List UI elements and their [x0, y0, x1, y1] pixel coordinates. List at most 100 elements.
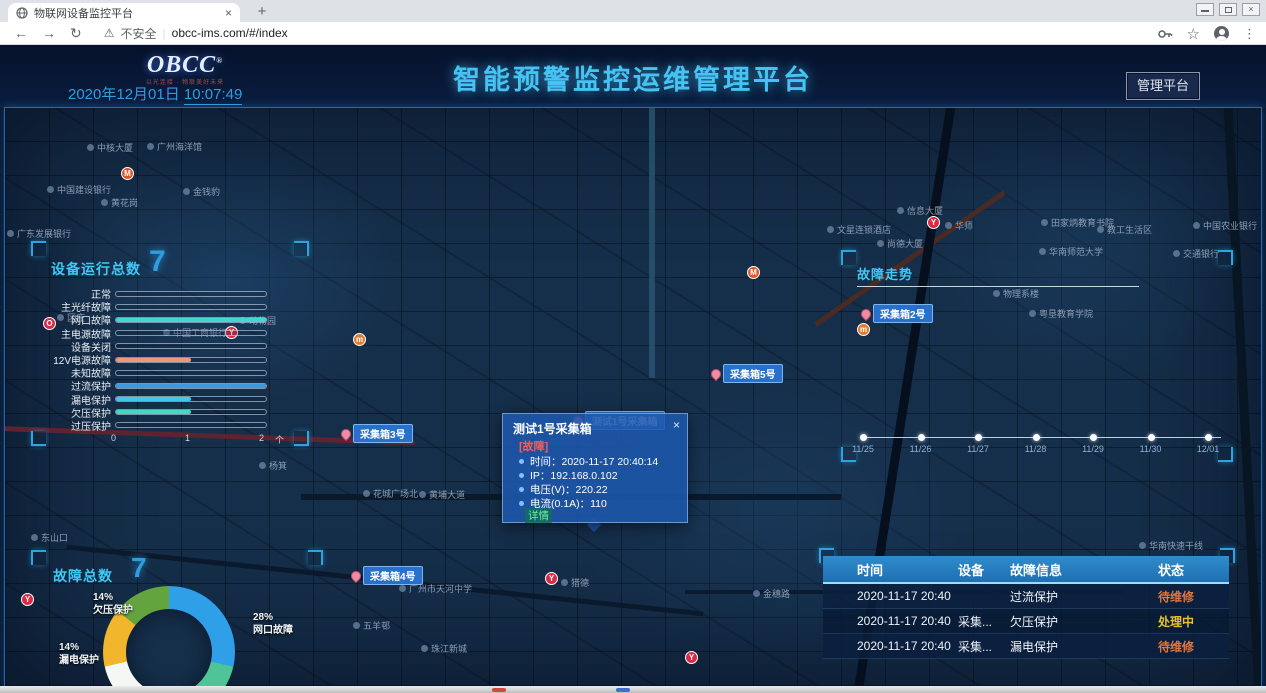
- trend-dot: [1205, 434, 1212, 441]
- device-bar-row: 正常: [31, 287, 295, 300]
- popup-close-icon[interactable]: ×: [673, 418, 680, 432]
- map-place-label: 猎德: [561, 576, 589, 589]
- trend-data-line: [861, 437, 1221, 438]
- device-panel-title: 设备运行总数: [51, 259, 141, 279]
- window-close-button[interactable]: ×: [1242, 3, 1260, 16]
- trend-x-label: 11/26: [910, 444, 932, 454]
- map-place-label: 东山口: [31, 531, 68, 544]
- device-total-panel: 设备运行总数 7 正常主光纤故障网口故障主电源故障设备关闭12V电源故障未知故障…: [31, 241, 309, 446]
- refresh-icon[interactable]: ↻: [70, 25, 82, 42]
- page-title: 智能预警监控运维管理平台: [0, 58, 1266, 97]
- fault-panel-total: 7: [131, 554, 147, 582]
- trend-dot: [860, 434, 867, 441]
- url-field[interactable]: ⚠ 不安全 | obcc-ims.com/#/index: [104, 25, 288, 42]
- device-bar-row: 过流保护: [31, 379, 295, 392]
- tab-title: 物联网设备监控平台: [34, 5, 219, 21]
- browser-tab[interactable]: 物联网设备监控平台 ×: [8, 3, 240, 22]
- map-place-label: 黄埔大道: [419, 488, 465, 501]
- collector-pin-icon: [709, 366, 723, 380]
- bookmark-star-icon[interactable]: ☆: [1187, 25, 1200, 43]
- globe-favicon-icon: [16, 7, 28, 19]
- metro-station-icon: M: [121, 167, 134, 180]
- map-place-label: 中国建设银行: [47, 183, 111, 196]
- collector-label: 采集箱3号: [353, 424, 413, 443]
- collector-marker[interactable]: 采集箱5号: [711, 364, 783, 383]
- window-minimize-button[interactable]: [1196, 3, 1214, 16]
- trend-x-label: 11/27: [967, 444, 989, 454]
- map-place-label: 广州海洋馆: [147, 140, 202, 153]
- key-icon[interactable]: [1157, 26, 1173, 42]
- map-place-label: 杨箕: [259, 459, 287, 472]
- trend-dot: [1090, 434, 1097, 441]
- device-info-popup: 测试1号采集箱 × [故障] 时间：2020-11-17 20:40:14IP：…: [502, 413, 688, 523]
- map-place-label: 花城广场北: [363, 487, 418, 500]
- map-road: [649, 108, 655, 378]
- map-place-label: 金钱豹: [183, 185, 220, 198]
- back-icon[interactable]: ←: [14, 25, 28, 41]
- tab-close-icon[interactable]: ×: [225, 7, 232, 19]
- device-bar-row: 设备关闭: [31, 340, 295, 353]
- device-bar-row: 主光纤故障: [31, 300, 295, 313]
- popup-field: IP：192.168.0.102: [519, 468, 618, 483]
- fault-table: 时间 设备 故障信息 状态 2020-11-17 20:40过流保护待维修202…: [823, 556, 1229, 659]
- map-place-label: 华师: [945, 219, 973, 232]
- map-place-label: 五羊邨: [353, 619, 390, 632]
- map-place-label: 珠江新城: [421, 642, 467, 655]
- map-place-label: 金穗路: [753, 587, 790, 600]
- fault-table-row[interactable]: 2020-11-17 20:40采集...欠压保护处理中: [823, 609, 1229, 634]
- collector-marker[interactable]: 采集箱3号: [341, 424, 413, 443]
- map-place-label: 教工生活区: [1097, 223, 1152, 236]
- device-bar-list: 正常主光纤故障网口故障主电源故障设备关闭12V电源故障未知故障过流保护漏电保护欠…: [31, 287, 295, 432]
- trend-dot: [1033, 434, 1040, 441]
- popup-field: 电压(V)：220.22: [519, 482, 608, 497]
- fault-total-panel: 故障总数 7 28%网口故障14%12V电源故障28%过流保护14%漏电保护14…: [31, 550, 323, 693]
- popup-detail-link[interactable]: 详情: [525, 508, 552, 523]
- metro-station-icon: Y: [927, 216, 940, 229]
- device-bar-row: 过压保护: [31, 419, 295, 432]
- fault-trend-panel: 故障走势 11/2511/2611/2711/2811/2911/3012/01: [841, 250, 1233, 462]
- admin-platform-button[interactable]: 管理平台: [1126, 72, 1200, 100]
- trend-x-label: 11/28: [1025, 444, 1047, 454]
- url-text: obcc-ims.com/#/index: [172, 26, 288, 40]
- forward-icon[interactable]: →: [42, 25, 56, 41]
- browser-address-bar: ← → ↻ ⚠ 不安全 | obcc-ims.com/#/index ☆ ⋮: [0, 22, 1266, 45]
- collector-label: 采集箱4号: [363, 566, 423, 585]
- fault-table-row[interactable]: 2020-11-17 20:40采集...漏电保护待维修: [823, 634, 1229, 659]
- profile-avatar-icon[interactable]: [1214, 26, 1229, 41]
- donut-slice-label: 14%欠压保护: [93, 592, 133, 617]
- donut-slice-label: 14%漏电保护: [59, 642, 99, 667]
- donut-slice-label: 28%网口故障: [253, 612, 293, 637]
- collector-marker[interactable]: 采集箱4号: [351, 566, 423, 585]
- trend-x-label: 11/29: [1082, 444, 1104, 454]
- trend-dot: [1148, 434, 1155, 441]
- security-label: 不安全: [121, 25, 157, 42]
- map-place-label: 尚德大厦: [877, 237, 923, 250]
- device-bar-row: 12V电源故障: [31, 353, 295, 366]
- fault-table-row[interactable]: 2020-11-17 20:40过流保护待维修: [823, 584, 1229, 609]
- device-bar-row: 主电源故障: [31, 327, 295, 340]
- trend-x-label: 12/01: [1197, 444, 1220, 454]
- collector-pin-icon: [349, 568, 363, 582]
- collector-pin-icon: [339, 426, 353, 440]
- taskbar-sliver[interactable]: [0, 686, 1266, 693]
- map-place-label: 广东发展银行: [7, 227, 71, 240]
- device-bar-row: 网口故障: [31, 313, 295, 326]
- device-bar-row: 漏电保护: [31, 393, 295, 406]
- dashboard-header: OBCC® 以光连接 · 物联美好未来 2020年12月01日 10:07:49…: [0, 45, 1266, 108]
- metro-station-icon: Y: [685, 651, 698, 664]
- window-restore-button[interactable]: [1219, 3, 1237, 16]
- security-warning-icon: ⚠: [104, 26, 115, 40]
- metro-station-icon: Y: [545, 572, 558, 585]
- trend-x-label: 11/25: [852, 444, 874, 454]
- divider: |: [163, 26, 166, 40]
- menu-dots-icon[interactable]: ⋮: [1243, 26, 1256, 42]
- trend-dot: [918, 434, 925, 441]
- map-place-label: 文星连锁酒店: [827, 223, 891, 236]
- fault-table-panel: 时间 设备 故障信息 状态 2020-11-17 20:40过流保护待维修202…: [819, 548, 1235, 693]
- new-tab-button[interactable]: +: [252, 3, 272, 20]
- trend-x-label: 11/30: [1140, 444, 1162, 454]
- app-window: 物联网设备监控平台 × + × ← → ↻ ⚠ 不安全 | obcc-ims.c…: [0, 0, 1266, 693]
- device-axis-unit: 个: [275, 433, 284, 446]
- metro-station-icon: M: [747, 266, 760, 279]
- fault-table-header: 时间 设备 故障信息 状态: [823, 556, 1229, 584]
